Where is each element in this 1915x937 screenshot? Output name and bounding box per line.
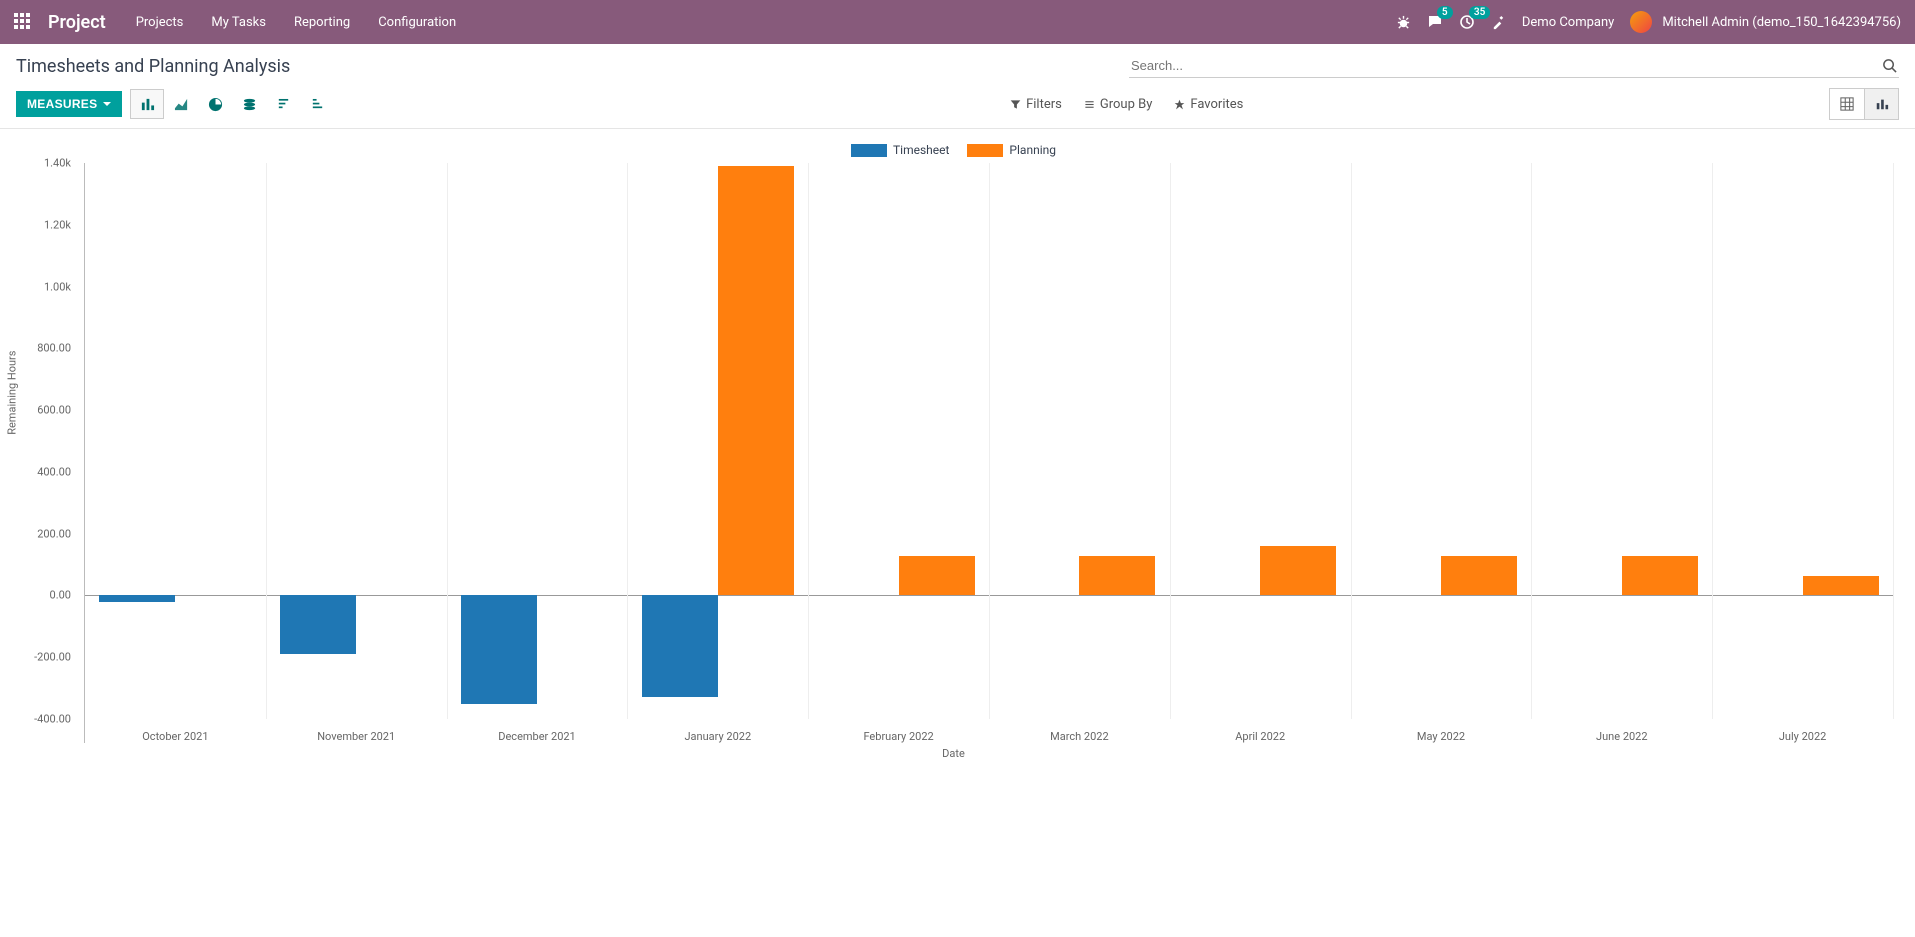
search-icon[interactable]	[1882, 58, 1897, 73]
nav-item-configuration[interactable]: Configuration	[378, 15, 456, 30]
chart-bar[interactable]	[642, 595, 718, 697]
chart-bar[interactable]	[1441, 556, 1517, 596]
page-title: Timesheets and Planning Analysis	[16, 56, 290, 77]
x-tick: December 2021	[498, 730, 575, 743]
sort-desc-icon[interactable]	[266, 89, 300, 119]
control-panel: Timesheets and Planning Analysis MEASURE…	[0, 44, 1915, 129]
legend-swatch-icon	[851, 144, 887, 157]
chart-bar[interactable]	[1622, 556, 1698, 596]
nav-menu: Projects My Tasks Reporting Configuratio…	[136, 15, 456, 30]
x-tick: May 2022	[1417, 730, 1465, 743]
x-tick: June 2022	[1596, 730, 1648, 743]
apps-icon[interactable]	[14, 13, 32, 31]
chart-bar[interactable]	[461, 595, 537, 703]
chart-bar[interactable]	[1260, 546, 1336, 595]
chart-legend: Timesheet Planning	[8, 143, 1899, 157]
sort-asc-icon[interactable]	[300, 89, 334, 119]
x-tick: April 2022	[1235, 730, 1285, 743]
y-tick: 1.00k	[9, 280, 71, 293]
pivot-view-icon[interactable]	[1830, 89, 1864, 119]
y-tick: 1.40k	[9, 157, 71, 170]
chart-bar[interactable]	[280, 595, 356, 654]
line-chart-icon[interactable]	[164, 89, 198, 119]
search-input[interactable]	[1131, 58, 1882, 73]
stacked-icon[interactable]	[232, 89, 266, 119]
chart-bar[interactable]	[99, 595, 175, 601]
y-tick: -200.00	[9, 651, 71, 664]
y-tick: 1.20k	[9, 218, 71, 231]
legend-swatch-icon	[967, 144, 1003, 157]
y-tick: 600.00	[9, 404, 71, 417]
x-tick: March 2022	[1050, 730, 1109, 743]
x-tick: February 2022	[863, 730, 933, 743]
x-tick: November 2021	[317, 730, 395, 743]
activities-badge: 35	[1469, 6, 1490, 19]
chart-type-group	[130, 89, 334, 119]
favorites-button[interactable]: Favorites	[1174, 97, 1243, 112]
x-axis-title: Date	[8, 747, 1899, 760]
x-tick: October 2021	[142, 730, 208, 743]
topnav-right: 5 35 Demo Company Mitchell Admin (demo_1…	[1396, 11, 1901, 33]
legend-item-planning[interactable]: Planning	[967, 143, 1056, 157]
nav-item-projects[interactable]: Projects	[136, 15, 184, 30]
chart-bar[interactable]	[1803, 576, 1879, 596]
y-tick: 200.00	[9, 527, 71, 540]
measures-label: MEASURES	[27, 97, 97, 111]
chart-bar[interactable]	[899, 556, 975, 596]
filters-button[interactable]: Filters	[1010, 97, 1062, 112]
x-tick: July 2022	[1779, 730, 1826, 743]
graph-view-icon[interactable]	[1864, 89, 1898, 119]
chart-container: Timesheet Planning Remaining Hours -400.…	[0, 129, 1915, 760]
activities-icon[interactable]: 35	[1459, 14, 1475, 30]
chart-bar[interactable]	[718, 166, 794, 595]
search-options: Filters Group By Favorites	[920, 97, 1243, 112]
measures-button[interactable]: MEASURES	[16, 91, 122, 117]
x-tick: January 2022	[684, 730, 751, 743]
y-tick: -400.00	[9, 713, 71, 726]
search-box[interactable]	[1129, 54, 1899, 78]
top-nav: Project Projects My Tasks Reporting Conf…	[0, 0, 1915, 44]
y-tick: 400.00	[9, 465, 71, 478]
chevron-down-icon	[103, 102, 111, 106]
bar-chart-icon[interactable]	[130, 89, 164, 119]
bug-icon[interactable]	[1396, 15, 1411, 30]
user-menu[interactable]: Mitchell Admin (demo_150_1642394756)	[1630, 11, 1901, 33]
view-switcher	[1829, 88, 1899, 120]
nav-item-reporting[interactable]: Reporting	[294, 15, 350, 30]
nav-item-my-tasks[interactable]: My Tasks	[211, 15, 266, 30]
pie-chart-icon[interactable]	[198, 89, 232, 119]
chart-bar[interactable]	[1079, 556, 1155, 596]
y-tick: 800.00	[9, 342, 71, 355]
messages-icon[interactable]: 5	[1427, 14, 1443, 30]
company-switcher[interactable]: Demo Company	[1522, 15, 1614, 30]
tools-icon[interactable]	[1491, 15, 1506, 30]
app-brand[interactable]: Project	[48, 12, 106, 33]
groupby-button[interactable]: Group By	[1084, 97, 1153, 112]
user-name: Mitchell Admin (demo_150_1642394756)	[1662, 15, 1901, 30]
legend-item-timesheet[interactable]: Timesheet	[851, 143, 949, 157]
chart-plot[interactable]: -400.00-200.000.00200.00400.00600.00800.…	[84, 163, 1893, 743]
user-avatar-icon	[1630, 11, 1652, 33]
messages-badge: 5	[1437, 6, 1453, 19]
y-tick: 0.00	[9, 589, 71, 602]
